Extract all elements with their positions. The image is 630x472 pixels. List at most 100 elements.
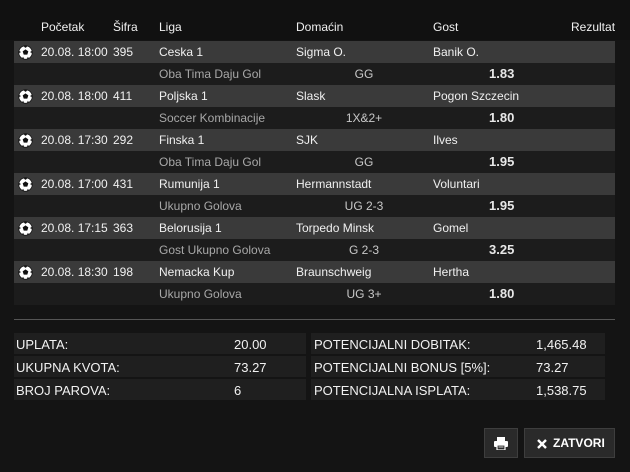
match-home: Braunschweig xyxy=(296,265,372,279)
close-button[interactable]: ZATVORI xyxy=(524,428,615,458)
match-row: 20.08. 18:30 198 Nemacka Kup Braunschweig He… xyxy=(14,261,615,283)
match-item: 20.08. 18:00 411 Poljska 1 Slask Pogon Szcze… xyxy=(14,85,615,129)
match-away: Ilves xyxy=(433,133,458,147)
summary-value: 73.27 xyxy=(536,360,569,375)
bet-tip: GG xyxy=(354,67,374,81)
summary-value: 20.00 xyxy=(234,337,267,352)
soccer-ball-icon xyxy=(18,177,33,192)
soccer-ball-icon xyxy=(18,221,33,236)
bet-odd: 1.95 xyxy=(489,154,515,169)
summary-label: POTENCIJALNA ISPLATA: xyxy=(314,383,471,398)
match-home: SJK xyxy=(296,133,319,147)
header-code: Šifra xyxy=(113,20,138,34)
bet-odd: 1.95 xyxy=(489,198,515,213)
bet-type: Gost Ukupno Golova xyxy=(159,243,271,257)
close-icon xyxy=(537,439,547,449)
bet-row: Oba Tima Daju Gol GG 1.83 xyxy=(14,63,615,85)
bet-tip: UG 3+ xyxy=(346,287,382,301)
match-start: 20.08. 17:15 xyxy=(41,221,108,235)
print-button[interactable] xyxy=(484,428,518,458)
match-row: 20.08. 17:15 363 Belorusija 1 Torpedo Minsk… xyxy=(14,217,615,239)
bet-row: Ukupno Golova UG 3+ 1.80 xyxy=(14,283,615,305)
summary-label: BROJ PAROVA: xyxy=(16,383,111,398)
soccer-ball-icon xyxy=(18,89,33,104)
summary-label: UKUPNA KVOTA: xyxy=(16,360,120,375)
match-row: 20.08. 18:00 395 Ceska 1 Sigma O. Banik O. xyxy=(14,41,615,63)
bet-tip: 1X&2+ xyxy=(345,111,383,125)
match-row: 20.08. 17:00 431 Rumunija 1 Hermannstadt Vol… xyxy=(14,173,615,195)
bet-odd: 1.80 xyxy=(489,110,515,125)
summary-value: 1,465.48 xyxy=(536,337,587,352)
match-league: Belorusija 1 xyxy=(159,221,222,235)
bet-tip: UG 2-3 xyxy=(344,199,384,213)
match-code: 411 xyxy=(113,89,133,103)
match-league: Ceska 1 xyxy=(159,45,204,59)
match-home: Slask xyxy=(296,89,326,103)
table-header: Početak Šifra Liga Domaćin Gost Rezultat xyxy=(0,0,630,40)
bet-tip: GG xyxy=(354,155,374,169)
match-league: Rumunija 1 xyxy=(159,177,220,191)
header-home: Domaćin xyxy=(296,20,344,34)
bet-row: Gost Ukupno Golova G 2-3 3.25 xyxy=(14,239,615,261)
divider xyxy=(14,319,615,320)
summary-right-row: POTENCIJALNA ISPLATA: 1,538.75 xyxy=(311,379,605,400)
bet-row: Oba Tima Daju Gol GG 1.95 xyxy=(14,151,615,173)
match-start: 20.08. 18:00 xyxy=(41,89,108,103)
summary-left-row: BROJ PAROVA: 6 xyxy=(14,379,306,400)
match-start: 20.08. 17:30 xyxy=(41,133,108,147)
bet-row: Ukupno Golova UG 2-3 1.95 xyxy=(14,195,615,217)
match-home: Torpedo Minsk xyxy=(296,221,375,235)
match-item: 20.08. 17:15 363 Belorusija 1 Torpedo Minsk… xyxy=(14,217,615,261)
summary-value: 73.27 xyxy=(234,360,267,375)
header-league: Liga xyxy=(159,20,182,34)
match-item: 20.08. 18:30 198 Nemacka Kup Braunschweig He… xyxy=(14,261,615,305)
summary-label: UPLATA: xyxy=(16,337,69,352)
match-home: Hermannstadt xyxy=(296,177,372,191)
match-item: 20.08. 17:00 431 Rumunija 1 Hermannstadt Vol… xyxy=(14,173,615,217)
summary-right-row: POTENCIJALNI BONUS [5%]: 73.27 xyxy=(311,356,605,377)
match-code: 363 xyxy=(113,221,134,235)
match-league: Finska 1 xyxy=(159,133,205,147)
match-code: 292 xyxy=(113,133,134,147)
match-league: Nemacka Kup xyxy=(159,265,235,279)
bet-type: Ukupno Golova xyxy=(159,199,242,213)
match-item: 20.08. 17:30 292 Finska 1 SJK Ilves Oba Tima … xyxy=(14,129,615,173)
summary-left-row: UPLATA: 20.00 xyxy=(14,333,306,354)
header-result: Rezultat xyxy=(571,20,616,34)
bet-type: Ukupno Golova xyxy=(159,287,242,301)
match-start: 20.08. 18:00 xyxy=(41,45,108,59)
header-start: Početak xyxy=(41,20,85,34)
soccer-ball-icon xyxy=(18,265,33,280)
match-league: Poljska 1 xyxy=(159,89,208,103)
match-code: 198 xyxy=(113,265,134,279)
summary-label: POTENCIJALNI BONUS [5%]: xyxy=(314,360,491,375)
match-start: 20.08. 17:00 xyxy=(41,177,108,191)
match-away: Banik O. xyxy=(433,45,480,59)
match-row: 20.08. 18:00 411 Poljska 1 Slask Pogon Szcze… xyxy=(14,85,615,107)
match-code: 395 xyxy=(113,45,134,59)
header-away: Gost xyxy=(433,20,459,34)
summary-right-row: POTENCIJALNI DOBITAK: 1,465.48 xyxy=(311,333,605,354)
bet-odd: 1.83 xyxy=(489,66,515,81)
bet-type: Oba Tima Daju Gol xyxy=(159,67,262,81)
match-away: Hertha xyxy=(433,265,470,279)
match-away: Pogon Szczecin xyxy=(433,89,520,103)
printer-icon xyxy=(494,437,508,450)
summary-value: 1,538.75 xyxy=(536,383,587,398)
match-code: 431 xyxy=(113,177,134,191)
summary-left-row: UKUPNA KVOTA: 73.27 xyxy=(14,356,306,377)
bet-tip: G 2-3 xyxy=(348,243,379,257)
soccer-ball-icon xyxy=(18,133,33,148)
bet-type: Oba Tima Daju Gol xyxy=(159,155,262,169)
soccer-ball-icon xyxy=(18,45,33,60)
close-button-label: ZATVORI xyxy=(553,436,605,450)
bet-odd: 1.80 xyxy=(489,286,515,301)
summary-label: POTENCIJALNI DOBITAK: xyxy=(314,337,471,352)
match-start: 20.08. 18:30 xyxy=(41,265,108,279)
match-row: 20.08. 17:30 292 Finska 1 SJK Ilves xyxy=(14,129,615,151)
match-home: Sigma O. xyxy=(296,45,347,59)
match-item: 20.08. 18:00 395 Ceska 1 Sigma O. Banik O. Ob… xyxy=(14,41,615,85)
bet-type: Soccer Kombinacije xyxy=(159,111,266,125)
match-away: Voluntari xyxy=(433,177,480,191)
bet-row: Soccer Kombinacije 1X&2+ 1.80 xyxy=(14,107,615,129)
